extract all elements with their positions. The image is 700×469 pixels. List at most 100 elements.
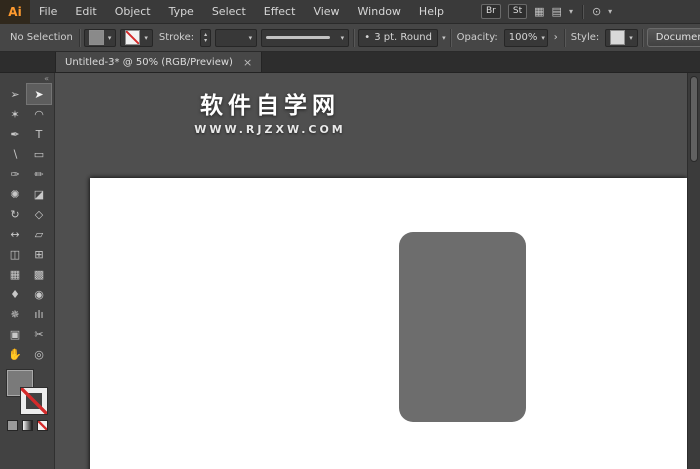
gradient-button[interactable] [21, 420, 33, 431]
stock-button[interactable]: St [507, 4, 528, 19]
stroke-label: Stroke: [158, 32, 195, 43]
menu-edit[interactable]: Edit [66, 0, 105, 23]
cs-live-chevron-icon[interactable]: ▾ [608, 7, 612, 16]
free-transform-tool[interactable]: ▱ [27, 224, 51, 244]
stepper-down-icon[interactable]: ▾ [204, 37, 207, 44]
watermark: 软件自学网 WWW.RJZXW.COM [55, 86, 485, 136]
control-separator [78, 28, 80, 47]
brush-definition-dropdown[interactable]: • 3 pt. Round [358, 28, 439, 47]
perspective-grid-tool[interactable]: ⊞ [27, 244, 51, 264]
close-icon[interactable]: × [243, 57, 252, 68]
bridge-button[interactable]: Br [481, 4, 501, 19]
menu-window[interactable]: Window [349, 0, 410, 23]
none-button[interactable] [36, 420, 48, 431]
canvas[interactable]: 软件自学网 WWW.RJZXW.COM [55, 73, 687, 469]
style-swatch-icon [610, 30, 626, 45]
opacity-value: 100% [508, 32, 538, 43]
control-separator [449, 28, 451, 47]
slice-tool[interactable]: ✂ [27, 324, 51, 344]
blob-brush-tool[interactable]: ✺ [3, 184, 27, 204]
pen-tool[interactable]: ✒ [3, 124, 27, 144]
chevron-down-icon: ▾ [248, 33, 253, 42]
bullet-icon: • [364, 32, 371, 43]
width-profile-dropdown[interactable]: ▾ [261, 28, 350, 47]
document-tab[interactable]: Untitled-3* @ 50% (RGB/Preview) × [55, 52, 263, 72]
mesh-tool[interactable]: ▦ [3, 264, 27, 284]
workspace-icon[interactable]: ▤ [552, 6, 562, 17]
chevron-down-icon: ▾ [629, 33, 633, 42]
chevron-down-icon: ▾ [144, 33, 148, 42]
chevron-down-icon: ▾ [340, 33, 345, 42]
artboard-tool[interactable]: ▣ [3, 324, 27, 344]
scale-tool[interactable]: ◇ [27, 204, 51, 224]
opacity-label: Opacity: [456, 32, 498, 43]
opacity-dropdown[interactable]: 100% ▾ [503, 28, 548, 47]
stroke-proxy-swatch[interactable] [21, 388, 47, 414]
menu-view[interactable]: View [304, 0, 348, 23]
menu-type[interactable]: Type [160, 0, 203, 23]
color-button[interactable] [6, 420, 18, 431]
stroke-weight-stepper[interactable]: ▴ ▾ [200, 28, 212, 47]
menu-file[interactable]: File [30, 0, 66, 23]
pencil-tool[interactable]: ✏ [27, 164, 51, 184]
artboard[interactable] [90, 178, 687, 469]
vertical-scrollbar[interactable] [687, 73, 700, 469]
app-bar-cluster: Br St ▦ ▤ ▾ ⊙ ▾ [481, 4, 612, 19]
cs-live-icon[interactable]: ⊙ [592, 6, 601, 17]
stroke-color-dropdown[interactable]: ▾ [120, 28, 153, 47]
chevron-down-icon: ▾ [107, 33, 112, 42]
paint-mode-buttons [6, 420, 48, 431]
gradient-tool[interactable]: ▩ [27, 264, 51, 284]
tools-panel: « ➢ ➤ ✶ ◠ ✒ T ∖ ▭ ✑ ✏ ✺ ◪ ↻ ◇ ↔ ▱ ◫ ⊞ ▦ [0, 73, 55, 469]
app-logo: Ai [0, 0, 30, 24]
stroke-weight-dropdown[interactable]: ▾ [215, 28, 258, 47]
column-graph-tool[interactable]: ılı [27, 304, 51, 324]
control-separator [563, 28, 565, 47]
direct-selection-tool[interactable]: ➢ [3, 84, 27, 104]
menubar-separator [581, 4, 583, 19]
style-dropdown[interactable]: ▾ [605, 28, 638, 47]
document-setup-button[interactable]: Document Setup [646, 28, 700, 47]
vertical-scrollbar-thumb[interactable] [690, 76, 698, 162]
eyedropper-tool[interactable]: ♦ [3, 284, 27, 304]
stroke-none-swatch-icon [125, 30, 141, 45]
rectangle-tool[interactable]: ▭ [27, 144, 51, 164]
symbol-sprayer-tool[interactable]: ✵ [3, 304, 27, 324]
paintbrush-tool[interactable]: ✑ [3, 164, 27, 184]
eraser-tool[interactable]: ◪ [27, 184, 51, 204]
illustrator-window: Ai File Edit Object Type Select Effect V… [0, 0, 700, 469]
chevron-down-icon: ▾ [541, 33, 545, 42]
document-tab-title: Untitled-3* @ 50% (RGB/Preview) [65, 56, 233, 68]
document-tab-bar: Untitled-3* @ 50% (RGB/Preview) × [0, 52, 700, 73]
brush-definition-value: 3 pt. Round [374, 32, 432, 43]
menu-effect[interactable]: Effect [255, 0, 305, 23]
width-tool[interactable]: ↔ [3, 224, 27, 244]
menu-select[interactable]: Select [203, 0, 255, 23]
magic-wand-tool[interactable]: ✶ [3, 104, 27, 124]
hand-tool[interactable]: ✋ [3, 344, 27, 364]
blend-tool[interactable]: ◉ [27, 284, 51, 304]
selection-status: No Selection [10, 32, 73, 43]
arrange-documents-icon[interactable]: ▦ [534, 6, 544, 17]
fill-swatch-icon [88, 30, 104, 45]
workspace-chevron-icon[interactable]: ▾ [569, 7, 573, 16]
line-segment-tool[interactable]: ∖ [3, 144, 27, 164]
workspace: « ➢ ➤ ✶ ◠ ✒ T ∖ ▭ ✑ ✏ ✺ ◪ ↻ ◇ ↔ ▱ ◫ ⊞ ▦ [0, 73, 700, 469]
rounded-rectangle-shape[interactable] [399, 232, 526, 422]
rotate-tool[interactable]: ↻ [3, 204, 27, 224]
style-label: Style: [570, 32, 600, 43]
fill-color-dropdown[interactable]: ▾ [83, 28, 117, 47]
shape-builder-tool[interactable]: ◫ [3, 244, 27, 264]
type-tool[interactable]: T [27, 124, 51, 144]
collapse-panel-icon[interactable]: « [44, 74, 54, 84]
control-separator [641, 28, 643, 47]
lasso-tool[interactable]: ◠ [27, 104, 51, 124]
opacity-flyout-icon[interactable]: › [552, 32, 560, 43]
brush-chevron-icon[interactable]: ▾ [442, 34, 446, 42]
watermark-url: WWW.RJZXW.COM [194, 123, 346, 136]
zoom-tool[interactable]: ◎ [27, 344, 51, 364]
menu-bar: Ai File Edit Object Type Select Effect V… [0, 0, 700, 24]
menu-object[interactable]: Object [106, 0, 160, 23]
menu-help[interactable]: Help [410, 0, 453, 23]
selection-tool[interactable]: ➤ [26, 83, 52, 105]
